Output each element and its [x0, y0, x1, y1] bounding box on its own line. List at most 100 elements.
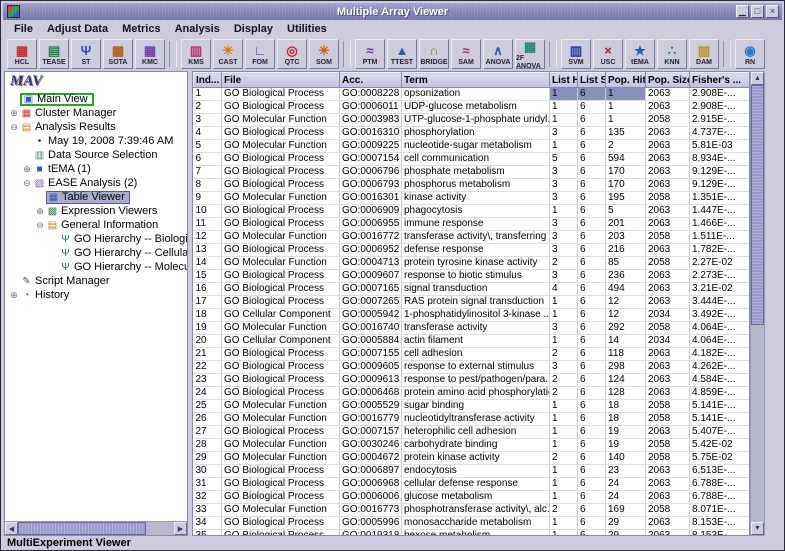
table-cell[interactable]: phosphorylation — [401, 126, 550, 140]
tree-item-go-hierarchy-biologica[interactable]: Ψ GO Hierarchy -- Biologica — [5, 232, 187, 246]
table-cell[interactable]: 1 — [605, 100, 646, 114]
table-cell[interactable]: GO Biological Process — [221, 464, 340, 478]
table-cell[interactable]: 6 — [577, 191, 606, 205]
table-cell[interactable]: GO:0006011 — [339, 100, 402, 114]
table-cell[interactable]: 169 — [605, 503, 646, 517]
table-cell[interactable]: GO Biological Process — [221, 477, 340, 491]
table-cell[interactable]: 2063 — [645, 269, 690, 283]
table-row[interactable]: 31 GO Biological Process GO:0006968 cellula… — [193, 477, 749, 491]
table-row[interactable]: 26 GO Molecular Function GO:0016779 nucleot… — [193, 412, 749, 426]
table-cell[interactable]: 6 — [577, 126, 606, 140]
table-cell[interactable]: 124 — [605, 373, 646, 387]
tree-collapsed-icon[interactable]: ⊕ — [34, 206, 46, 216]
table-cell[interactable]: 2063 — [645, 360, 690, 374]
table-cell[interactable]: sugar binding — [401, 399, 550, 413]
table-cell[interactable]: 9.129E-... — [689, 165, 749, 179]
table-cell[interactable]: response to pest/pathogen/para... — [401, 373, 550, 387]
menu-metrics[interactable]: Metrics — [115, 22, 168, 36]
maximize-button[interactable]: □ — [751, 5, 764, 18]
table-cell[interactable]: protein kinase activity — [401, 451, 550, 465]
table-cell[interactable]: 6 — [577, 139, 606, 153]
table-cell[interactable]: 2063 — [645, 204, 690, 218]
table-cell[interactable]: 494 — [605, 282, 646, 296]
table-cell[interactable]: 2063 — [645, 373, 690, 387]
table-cell[interactable]: 4.859E-... — [689, 386, 749, 400]
table-cell[interactable]: 1 — [549, 412, 578, 426]
table-cell[interactable]: 6 — [577, 412, 606, 426]
table-row[interactable]: 12 GO Molecular Function GO:0016772 transfe… — [193, 230, 749, 244]
table-row[interactable]: 6 GO Biological Process GO:0007154 cell com… — [193, 152, 749, 166]
table-cell[interactable]: GO:0016740 — [339, 321, 402, 335]
toolbar-button-anova[interactable]: ∧ ANOVA — [483, 39, 513, 69]
table-cell[interactable]: 2034 — [645, 308, 690, 322]
table-cell[interactable]: 2058 — [645, 191, 690, 205]
column-header-file[interactable]: File — [221, 72, 340, 88]
table-cell[interactable]: 2058 — [645, 412, 690, 426]
table-cell[interactable]: 170 — [605, 165, 646, 179]
table-cell[interactable]: nucleotide-sugar metabolism — [401, 139, 550, 153]
table-cell[interactable]: 3 — [549, 360, 578, 374]
table-row[interactable]: 18 GO Cellular Component GO:0005942 1-phosp… — [193, 308, 749, 322]
table-cell[interactable]: 2 — [193, 100, 222, 114]
table-cell[interactable]: GO Biological Process — [221, 87, 340, 101]
horizontal-scroll-thumb[interactable] — [18, 522, 146, 535]
table-cell[interactable]: GO:0006897 — [339, 464, 402, 478]
table-cell[interactable]: 3 — [549, 321, 578, 335]
toolbar-button-knn[interactable]: ∴ KNN — [657, 39, 687, 69]
table-cell[interactable]: 1 — [549, 113, 578, 127]
table-cell[interactable]: 4.262E-... — [689, 360, 749, 374]
table-cell[interactable]: 6 — [577, 100, 606, 114]
table-cell[interactable]: 2 — [549, 386, 578, 400]
table-cell[interactable]: 1 — [549, 139, 578, 153]
tree-collapsed-icon[interactable]: ⊕ — [21, 164, 33, 174]
table-row[interactable]: 23 GO Biological Process GO:0009613 respons… — [193, 373, 749, 387]
table-cell[interactable]: 4.737E-... — [689, 126, 749, 140]
table-cell[interactable]: 6 — [577, 87, 606, 101]
table-cell[interactable]: 292 — [605, 321, 646, 335]
table-cell[interactable]: 1 — [549, 425, 578, 439]
table-cell[interactable]: 1 — [549, 464, 578, 478]
table-cell[interactable]: 6.513E-... — [689, 464, 749, 478]
table-cell[interactable]: 4.064E-... — [689, 321, 749, 335]
table-row[interactable]: 20 GO Cellular Component GO:0005884 actin f… — [193, 334, 749, 348]
table-cell[interactable]: 2.908E-... — [689, 87, 749, 101]
table-cell[interactable]: 2063 — [645, 178, 690, 192]
table-cell[interactable]: 2063 — [645, 464, 690, 478]
table-cell[interactable]: 201 — [605, 217, 646, 231]
table-row[interactable]: 16 GO Biological Process GO:0007165 signal … — [193, 282, 749, 296]
table-cell[interactable]: GO Molecular Function — [221, 503, 340, 517]
table-cell[interactable]: GO Biological Process — [221, 100, 340, 114]
table-cell[interactable]: signal transduction — [401, 282, 550, 296]
tree-item-history[interactable]: ⊕ ◔ History — [5, 288, 187, 302]
table-cell[interactable]: 3.444E-... — [689, 295, 749, 309]
table-cell[interactable]: 6 — [577, 490, 606, 504]
table-cell[interactable]: 6 — [577, 425, 606, 439]
table-cell[interactable]: 3 — [549, 243, 578, 257]
table-cell[interactable]: 6 — [577, 334, 606, 348]
tree-item-cluster-manager[interactable]: ⊕ ▦ Cluster Manager — [5, 106, 187, 120]
table-cell[interactable]: GO:0006006 — [339, 490, 402, 504]
table-cell[interactable]: GO:0006793 — [339, 178, 402, 192]
tree-expanded-icon[interactable]: ⊖ — [21, 178, 33, 188]
table-row[interactable]: 34 GO Biological Process GO:0005996 monosac… — [193, 516, 749, 530]
table-cell[interactable]: UTP-glucose-1-phosphate uridyl... — [401, 113, 550, 127]
toolbar-button-dam[interactable]: ▥ DAM — [689, 39, 719, 69]
table-cell[interactable]: GO:0009605 — [339, 360, 402, 374]
tree-item-script-manager[interactable]: ✎ Script Manager — [5, 274, 187, 288]
toolbar-button-kmc[interactable]: ▦ KMC — [135, 39, 165, 69]
table-cell[interactable]: 135 — [605, 126, 646, 140]
tree-item-data-source-selection[interactable]: ▥ Data Source Selection — [5, 148, 187, 162]
table-cell[interactable]: GO Biological Process — [221, 425, 340, 439]
tree-item-table-viewer[interactable]: ▦ Table Viewer — [5, 190, 187, 204]
table-cell[interactable]: GO:0005942 — [339, 308, 402, 322]
table-cell[interactable]: 2063 — [645, 87, 690, 101]
table-cell[interactable]: 3 — [549, 230, 578, 244]
table-cell[interactable]: 2 — [549, 373, 578, 387]
toolbar-button-tease[interactable]: ▤ TEASE — [39, 39, 69, 69]
table-cell[interactable]: 18 — [605, 399, 646, 413]
table-cell[interactable]: GO Biological Process — [221, 295, 340, 309]
table-cell[interactable]: 1 — [605, 113, 646, 127]
table-cell[interactable]: UDP-glucose metabolism — [401, 100, 550, 114]
table-cell[interactable]: 1.466E-... — [689, 217, 749, 231]
table-cell[interactable]: 6 — [577, 230, 606, 244]
